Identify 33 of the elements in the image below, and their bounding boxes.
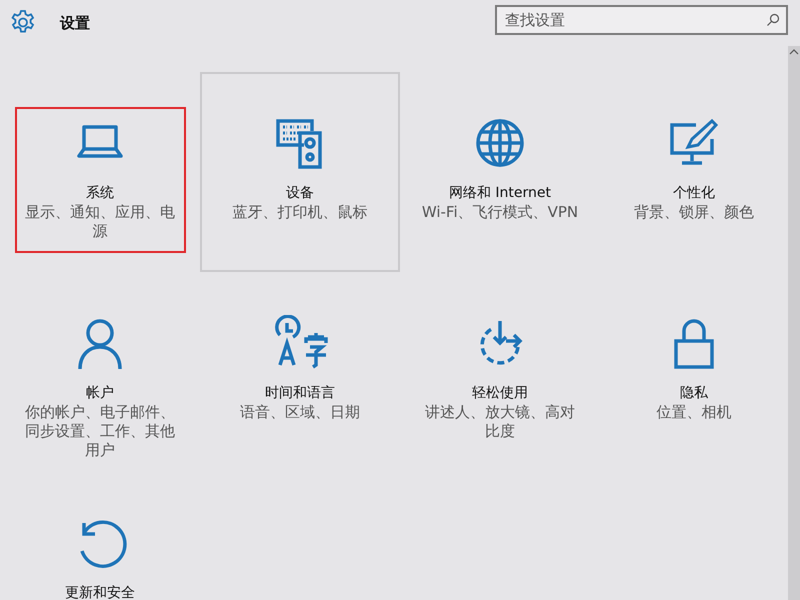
tile-subtitle: 语音、区域、日期 — [239, 403, 361, 422]
settings-tile[interactable]: 隐私 位置、相机 — [600, 272, 788, 472]
tile-subtitle: Wi-Fi、飞行模式、VPN — [420, 203, 580, 222]
settings-tile[interactable]: 系统 显示、通知、应用、电源 — [0, 72, 200, 272]
clock-letter-icon — [272, 315, 328, 371]
window-title: 设置 — [60, 14, 90, 32]
tile-subtitle: 显示、通知、应用、电源 — [24, 203, 176, 241]
tile-subtitle: 背景、锁屏、颜色 — [633, 203, 755, 222]
settings-icon — [10, 9, 36, 35]
search-field[interactable]: 查找设置 — [495, 5, 788, 35]
tile-subtitle: 位置、相机 — [656, 403, 732, 422]
tile-title: 更新和安全 — [65, 584, 135, 600]
tile-title: 隐私 — [680, 384, 708, 403]
scroll-up-icon[interactable] — [789, 48, 799, 56]
tile-subtitle: 你的帐户、电子邮件、同步设置、工作、其他用户 — [24, 403, 176, 460]
tile-title: 网络和 Internet — [448, 184, 552, 203]
tile-title: 时间和语言 — [265, 384, 335, 403]
scrollbar[interactable] — [788, 46, 800, 600]
tile-title: 个性化 — [673, 184, 715, 203]
settings-tile[interactable]: 帐户 你的帐户、电子邮件、同步设置、工作、其他用户 — [0, 272, 200, 472]
tile-title: 轻松使用 — [472, 384, 528, 403]
tile-title: 帐户 — [86, 384, 114, 403]
search-icon[interactable] — [766, 13, 780, 27]
settings-tile[interactable]: 网络和 Internet Wi-Fi、飞行模式、VPN — [400, 72, 600, 272]
settings-tile[interactable]: 个性化 背景、锁屏、颜色 — [600, 72, 788, 272]
tile-title: 设备 — [286, 184, 314, 203]
tile-subtitle: 讲述人、放大镜、高对比度 — [424, 403, 576, 441]
settings-tile[interactable]: 轻松使用 讲述人、放大镜、高对比度 — [400, 272, 600, 472]
settings-tile[interactable]: 设备 蓝牙、打印机、鼠标 — [200, 72, 400, 272]
settings-tile[interactable]: 时间和语言 语音、区域、日期 — [200, 272, 400, 472]
settings-tile[interactable]: 更新和安全 — [0, 472, 200, 600]
tile-title: 系统 — [86, 184, 114, 203]
tile-subtitle: 蓝牙、打印机、鼠标 — [232, 203, 368, 222]
